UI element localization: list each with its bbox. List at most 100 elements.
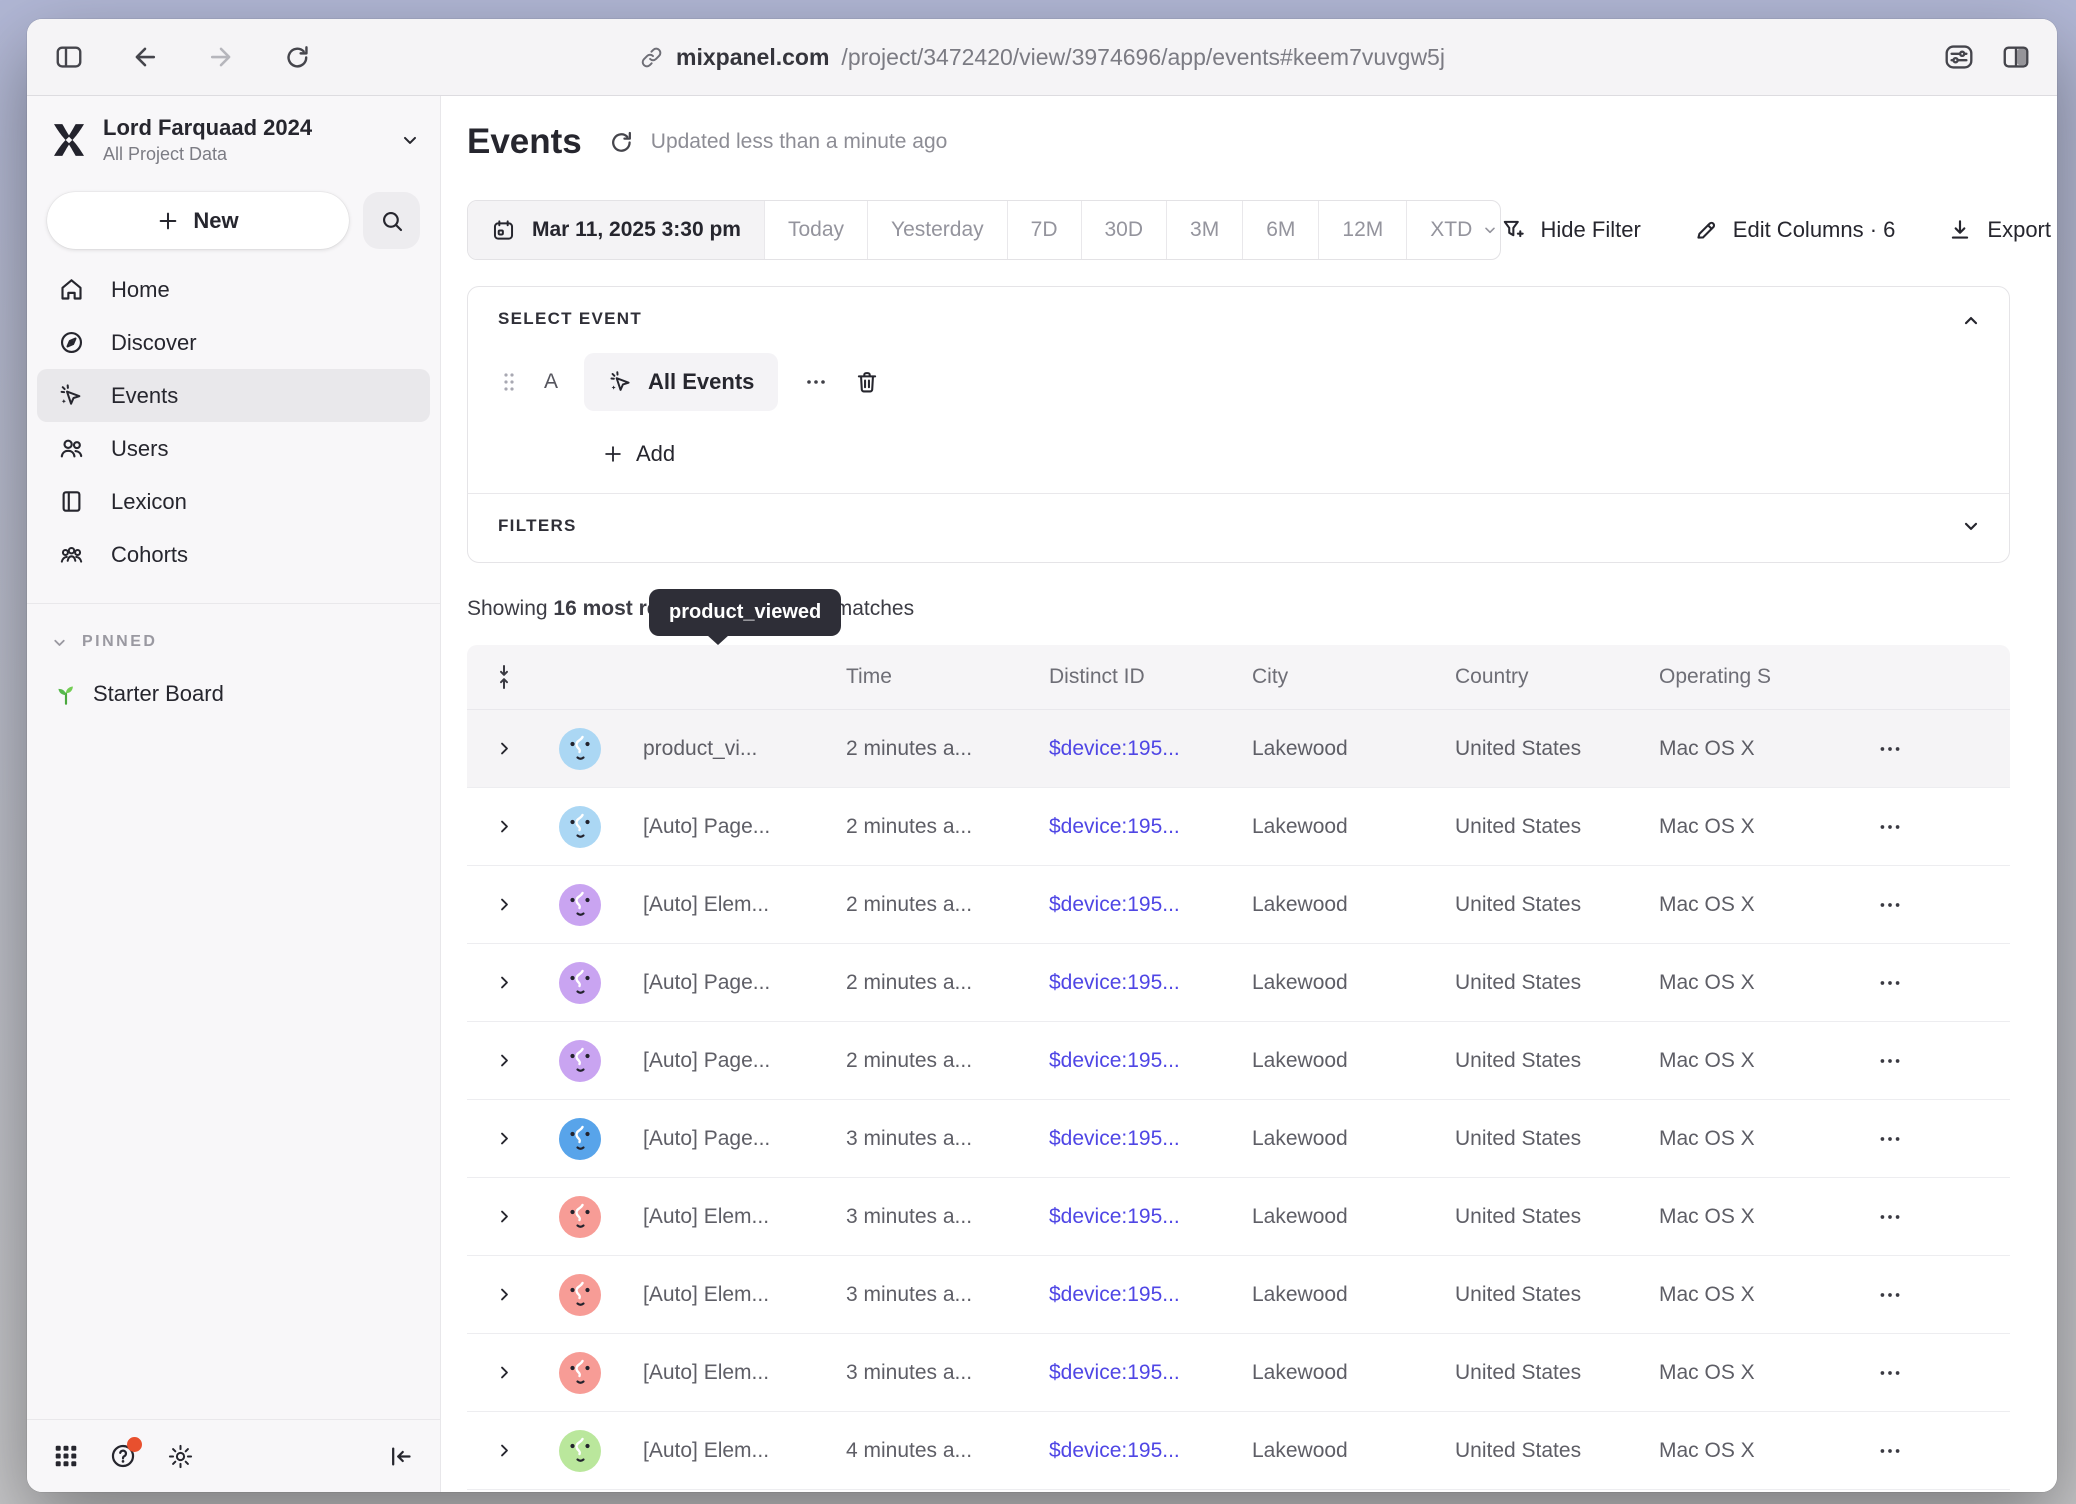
os-value: Mac OS X <box>1637 971 1857 995</box>
table-row[interactable] <box>467 1490 2010 1492</box>
page-settings-icon[interactable] <box>1943 42 1975 72</box>
table-row[interactable]: [Auto] Elem... 3 minutes a... $device:19… <box>467 1334 2010 1412</box>
back-icon[interactable] <box>129 41 161 73</box>
expand-row-icon[interactable] <box>467 1130 541 1147</box>
preset-6m[interactable]: 6M <box>1242 201 1318 259</box>
drag-handle[interactable] <box>500 369 518 395</box>
preset-7d[interactable]: 7D <box>1007 201 1081 259</box>
expand-row-icon[interactable] <box>467 1052 541 1069</box>
new-button[interactable]: New <box>47 192 349 249</box>
preset-yesterday[interactable]: Yesterday <box>867 201 1007 259</box>
sidebar-item-discover[interactable]: Discover <box>37 316 430 369</box>
distinct-id-link[interactable]: $device:195... <box>1027 1283 1230 1307</box>
book-icon <box>57 488 85 515</box>
apps-grid-icon[interactable] <box>53 1443 79 1469</box>
row-actions-icon[interactable] <box>1857 1048 2011 1074</box>
project-switcher[interactable]: Lord Farquaad 2024 All Project Data <box>27 96 440 166</box>
sidebar-item-events[interactable]: Events <box>37 369 430 422</box>
refresh-results-icon[interactable] <box>608 129 635 156</box>
date-label: Mar 11, 2025 3:30 pm <box>532 218 741 242</box>
row-actions-icon[interactable] <box>1857 1126 2011 1152</box>
preset-3m[interactable]: 3M <box>1166 201 1242 259</box>
row-actions-icon[interactable] <box>1857 736 2011 762</box>
column-header-time[interactable]: Time <box>824 665 1027 689</box>
distinct-id-link[interactable]: $device:195... <box>1027 815 1230 839</box>
filters-label: FILTERS <box>498 516 1981 536</box>
expand-row-icon[interactable] <box>467 1442 541 1459</box>
distinct-id-link[interactable]: $device:195... <box>1027 1049 1230 1073</box>
distinct-id-link[interactable]: $device:195... <box>1027 893 1230 917</box>
more-options-icon[interactable] <box>804 370 828 394</box>
table-row[interactable]: [Auto] Page... 2 minutes a... $device:19… <box>467 788 2010 866</box>
expand-row-icon[interactable] <box>467 1286 541 1303</box>
search-button[interactable] <box>363 192 420 249</box>
table-row[interactable]: [Auto] Elem... 3 minutes a... $device:19… <box>467 1178 2010 1256</box>
distinct-id-link[interactable]: $device:195... <box>1027 1361 1230 1385</box>
expand-row-icon[interactable] <box>467 740 541 757</box>
distinct-id-link[interactable]: $device:195... <box>1027 1205 1230 1229</box>
avatar <box>541 806 619 848</box>
table-row[interactable]: [Auto] Page... 3 minutes a... $device:19… <box>467 1100 2010 1178</box>
table-row[interactable]: [Auto] Elem... 4 minutes a... $device:19… <box>467 1412 2010 1490</box>
add-event-button[interactable]: Add <box>602 439 1981 469</box>
export-button[interactable]: Export <box>1947 217 2051 243</box>
date-picker[interactable]: Mar 11, 2025 3:30 pm <box>468 201 764 259</box>
sidebar-item-home[interactable]: Home <box>37 263 430 316</box>
distinct-id-link[interactable]: $device:195... <box>1027 737 1230 761</box>
table-row[interactable]: [Auto] Page... 2 minutes a... $device:19… <box>467 944 2010 1022</box>
row-actions-icon[interactable] <box>1857 1282 2011 1308</box>
country-value: United States <box>1433 1439 1637 1463</box>
address-bar[interactable]: mixpanel.com/project/3472420/view/397469… <box>639 19 1445 95</box>
sidebar-item-starter-board[interactable]: Starter Board <box>53 674 440 714</box>
row-actions-icon[interactable] <box>1857 1360 2011 1386</box>
event-name: [Auto] Page... <box>619 971 824 995</box>
preset-12m[interactable]: 12M <box>1318 201 1406 259</box>
table-row[interactable]: [Auto] Elem... 2 minutes a... $device:19… <box>467 866 2010 944</box>
expand-row-icon[interactable] <box>467 896 541 913</box>
row-actions-icon[interactable] <box>1857 970 2011 996</box>
download-icon <box>1947 217 1973 243</box>
distinct-id-link[interactable]: $device:195... <box>1027 971 1230 995</box>
row-actions-icon[interactable] <box>1857 1204 2011 1230</box>
sidebar-item-cohorts[interactable]: Cohorts <box>37 528 430 581</box>
table-row[interactable]: [Auto] Page... 2 minutes a... $device:19… <box>467 1022 2010 1100</box>
distinct-id-link[interactable]: $device:195... <box>1027 1439 1230 1463</box>
row-actions-icon[interactable] <box>1857 892 2011 918</box>
expand-row-icon[interactable] <box>467 818 541 835</box>
sidebar-item-lexicon[interactable]: Lexicon <box>37 475 430 528</box>
column-header-city[interactable]: City <box>1230 665 1433 689</box>
gear-icon[interactable] <box>167 1443 194 1470</box>
sidebar-item-users[interactable]: Users <box>37 422 430 475</box>
row-actions-icon[interactable] <box>1857 1438 2011 1464</box>
compass-icon <box>57 329 85 356</box>
preset-today[interactable]: Today <box>764 201 867 259</box>
preset-xtd[interactable]: XTD <box>1406 201 1500 259</box>
chevron-up-icon[interactable] <box>1961 311 1981 331</box>
column-header-os[interactable]: Operating S <box>1637 665 1857 689</box>
collapse-sidebar-icon[interactable] <box>387 1443 414 1470</box>
sort-icon[interactable] <box>467 663 541 691</box>
expand-row-icon[interactable] <box>467 1364 541 1381</box>
avatar <box>541 1430 619 1472</box>
sidebar-divider <box>27 603 440 604</box>
help-icon[interactable] <box>109 1442 137 1470</box>
distinct-id-link[interactable]: $device:195... <box>1027 1127 1230 1151</box>
table-header: Time Distinct ID City Country Operating … <box>467 645 2010 710</box>
expand-row-icon[interactable] <box>467 1208 541 1225</box>
chevron-down-icon[interactable] <box>1961 516 1981 536</box>
split-view-icon[interactable] <box>2001 42 2031 72</box>
preset-30d[interactable]: 30D <box>1081 201 1167 259</box>
event-selector-chip[interactable]: All Events <box>584 353 778 411</box>
table-row[interactable]: product_vi... 2 minutes a... $device:195… <box>467 710 2010 788</box>
refresh-icon[interactable] <box>281 41 313 73</box>
column-header-country[interactable]: Country <box>1433 665 1637 689</box>
pinned-section-header[interactable]: PINNED <box>51 624 440 660</box>
expand-row-icon[interactable] <box>467 974 541 991</box>
row-actions-icon[interactable] <box>1857 814 2011 840</box>
sidebar-toggle-icon[interactable] <box>53 41 85 73</box>
table-row[interactable]: [Auto] Elem... 3 minutes a... $device:19… <box>467 1256 2010 1334</box>
column-header-distinct-id[interactable]: Distinct ID <box>1027 665 1230 689</box>
delete-step-icon[interactable] <box>854 369 880 395</box>
hide-filter-button[interactable]: Hide Filter <box>1501 217 1641 243</box>
edit-columns-button[interactable]: Edit Columns · 6 <box>1693 217 1896 243</box>
